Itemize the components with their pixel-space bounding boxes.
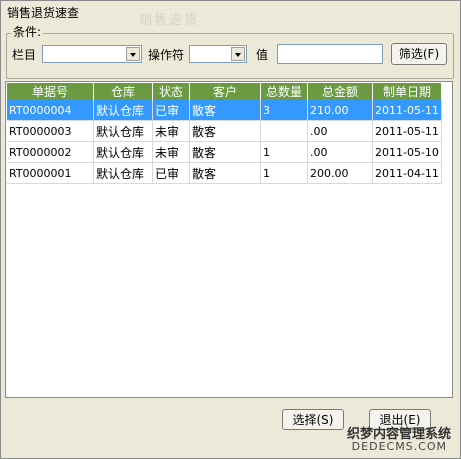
select-button[interactable]: 选择(S) [282, 409, 344, 430]
watermark-url: DEDECMS.COM [351, 440, 447, 453]
cell-customer: 散客 [189, 141, 261, 163]
table-row[interactable]: RT0000004 默认仓库 已审 散客 3 210.00 2011-05-11 [7, 100, 442, 121]
chevron-down-icon[interactable] [231, 47, 245, 61]
cell-status: 未审 [152, 141, 190, 163]
table-row[interactable]: RT0000001 默认仓库 已审 散客 1 200.00 2011-04-11 [7, 162, 442, 184]
chevron-down-icon[interactable] [126, 47, 140, 61]
cell-customer: 散客 [189, 162, 261, 184]
table-row[interactable]: RT0000003 默认仓库 未审 散客 .00 2011-05-11 [7, 120, 442, 142]
column-combobox[interactable] [42, 45, 142, 63]
cell-total-qty [260, 120, 308, 142]
cell-create-date: 2011-05-10 [372, 141, 442, 163]
cell-status: 已审 [152, 100, 190, 121]
window-title: 销售退货速查 [7, 6, 80, 20]
filter-button[interactable]: 筛选(F) [391, 43, 447, 65]
cell-status: 已审 [152, 162, 190, 184]
header-warehouse[interactable]: 仓库 [93, 83, 153, 100]
table-row[interactable]: RT0000002 默认仓库 未审 散客 1 .00 2011-05-10 [7, 141, 442, 163]
cell-total-amount: .00 [307, 141, 373, 163]
background-ghost-title: 销售退货 [139, 13, 200, 28]
cell-warehouse: 默认仓库 [93, 162, 153, 184]
cell-warehouse: 默认仓库 [93, 120, 153, 142]
operator-label: 操作符 [148, 48, 185, 62]
header-status[interactable]: 状态 [152, 83, 190, 100]
cell-total-amount: 210.00 [307, 100, 373, 121]
cell-doc-no: RT0000004 [7, 100, 94, 121]
cell-customer: 散客 [189, 100, 261, 121]
results-grid: 单据号 仓库 状态 客户 总数量 总金额 制单日期 RT0000004 默认仓库… [5, 81, 453, 398]
cell-doc-no: RT0000003 [7, 120, 94, 142]
value-input[interactable] [277, 44, 383, 64]
cell-total-qty: 1 [260, 141, 308, 163]
cell-warehouse: 默认仓库 [93, 100, 153, 121]
header-total-qty[interactable]: 总数量 [260, 83, 308, 100]
cell-total-amount: 200.00 [307, 162, 373, 184]
column-label: 栏目 [12, 48, 37, 62]
header-doc-no[interactable]: 单据号 [7, 83, 94, 100]
cell-total-qty: 3 [260, 100, 308, 121]
cell-doc-no: RT0000001 [7, 162, 94, 184]
cell-doc-no: RT0000002 [7, 141, 94, 163]
filter-group-label: 条件: [11, 23, 44, 40]
header-total-amount[interactable]: 总金额 [307, 83, 373, 100]
cell-total-qty: 1 [260, 162, 308, 184]
cell-create-date: 2011-05-11 [372, 100, 442, 121]
cell-total-amount: .00 [307, 120, 373, 142]
table-header-row: 单据号 仓库 状态 客户 总数量 总金额 制单日期 [7, 83, 442, 100]
cell-create-date: 2011-05-11 [372, 120, 442, 142]
header-customer[interactable]: 客户 [189, 83, 261, 100]
cell-create-date: 2011-04-11 [372, 162, 442, 184]
value-label: 值 [256, 48, 269, 62]
operator-combobox[interactable] [189, 45, 247, 63]
cell-status: 未审 [152, 120, 190, 142]
cell-warehouse: 默认仓库 [93, 141, 153, 163]
cell-customer: 散客 [189, 120, 261, 142]
header-create-date[interactable]: 制单日期 [372, 83, 442, 100]
results-table: 单据号 仓库 状态 客户 总数量 总金额 制单日期 RT0000004 默认仓库… [7, 83, 442, 184]
